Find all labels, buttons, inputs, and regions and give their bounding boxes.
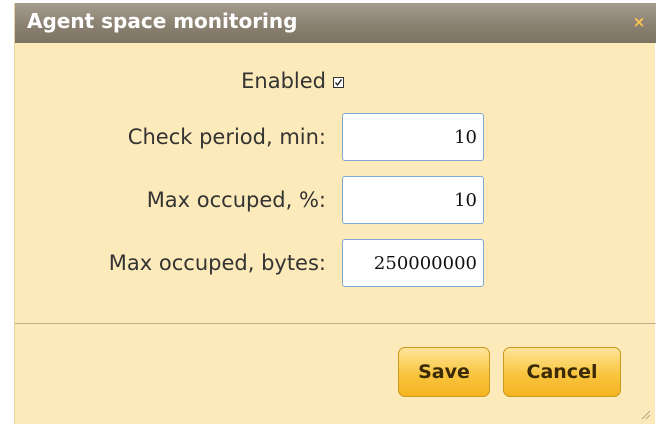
footer-divider <box>15 323 656 324</box>
max-occupied-bytes-label: Max occuped, bytes: <box>108 251 326 275</box>
max-occupied-percent-label: Max occuped, %: <box>146 188 326 212</box>
agent-space-monitoring-dialog: Agent space monitoring × Enabled Check p… <box>14 3 656 424</box>
close-icon[interactable]: × <box>632 13 646 31</box>
cancel-button[interactable]: Cancel <box>503 347 621 397</box>
save-button[interactable]: Save <box>398 347 490 397</box>
checkmark-icon <box>334 79 343 87</box>
dialog-titlebar[interactable]: Agent space monitoring × <box>15 3 656 43</box>
max-occupied-percent-input[interactable] <box>342 176 484 224</box>
enabled-label: Enabled <box>241 69 326 93</box>
resize-handle-icon[interactable] <box>639 408 651 420</box>
dialog-title: Agent space monitoring <box>27 9 298 33</box>
check-period-input[interactable] <box>342 113 484 161</box>
enabled-checkbox[interactable] <box>333 77 344 88</box>
max-occupied-bytes-input[interactable] <box>342 239 484 287</box>
check-period-label: Check period, min: <box>127 125 326 149</box>
